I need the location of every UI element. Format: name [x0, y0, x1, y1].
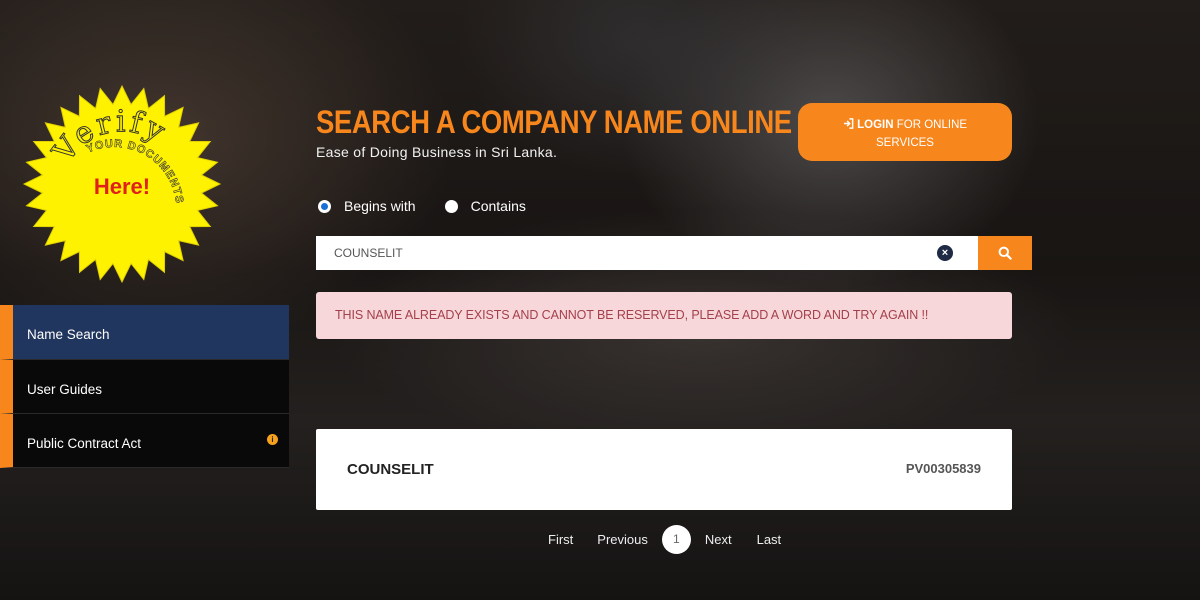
page-title: SEARCH A COMPANY NAME ONLINE	[316, 104, 792, 140]
radio-contains[interactable]	[444, 199, 458, 213]
page-subtitle: Ease of Doing Business in Sri Lanka.	[316, 144, 558, 160]
pagination-next[interactable]: Next	[705, 532, 732, 547]
menu-item-label: Public Contract Act	[27, 436, 142, 451]
name-exists-alert: THIS NAME ALREADY EXISTS AND CANNOT BE R…	[316, 292, 1012, 339]
menu-item-user-guides[interactable]: User Guides	[0, 360, 289, 414]
search-result-card[interactable]: COUNSELIT PV00305839	[316, 429, 1012, 510]
search-mode-group: Begins with Contains	[318, 198, 555, 214]
pagination-current-page[interactable]: 1	[661, 525, 691, 554]
pagination-first[interactable]: First	[548, 532, 573, 547]
menu-item-public-contract-act[interactable]: Public Contract Act i	[0, 414, 289, 468]
menu-item-label: User Guides	[27, 382, 103, 397]
info-icon: i	[267, 434, 278, 445]
clear-search-icon[interactable]: ×	[937, 245, 953, 261]
side-menu: Name Search User Guides Public Contract …	[0, 305, 289, 468]
verify-documents-badge[interactable]: Verify Here! YOUR DOCUMENTS	[22, 84, 222, 284]
result-company-name: COUNSELIT	[347, 461, 434, 478]
radio-contains-label[interactable]: Contains	[471, 198, 526, 214]
sign-in-icon	[843, 118, 854, 129]
login-bold-label: LOGIN	[857, 119, 894, 131]
pagination: First Previous 1 Next Last	[540, 525, 781, 554]
menu-item-label: Name Search	[27, 327, 110, 342]
search-icon	[998, 246, 1012, 260]
pagination-previous[interactable]: Previous	[597, 532, 648, 547]
result-registration-number: PV00305839	[905, 461, 981, 476]
radio-begins-with-label[interactable]: Begins with	[344, 198, 416, 214]
radio-begins-with[interactable]	[318, 199, 331, 213]
menu-item-name-search[interactable]: Name Search	[0, 305, 289, 360]
badge-here-text: Here!	[94, 174, 150, 199]
company-name-search-input[interactable]	[316, 236, 978, 270]
login-online-services-button[interactable]: LOGIN FOR ONLINE SERVICES	[798, 103, 1012, 161]
pagination-last[interactable]: Last	[757, 532, 782, 547]
search-button[interactable]	[978, 236, 1032, 270]
